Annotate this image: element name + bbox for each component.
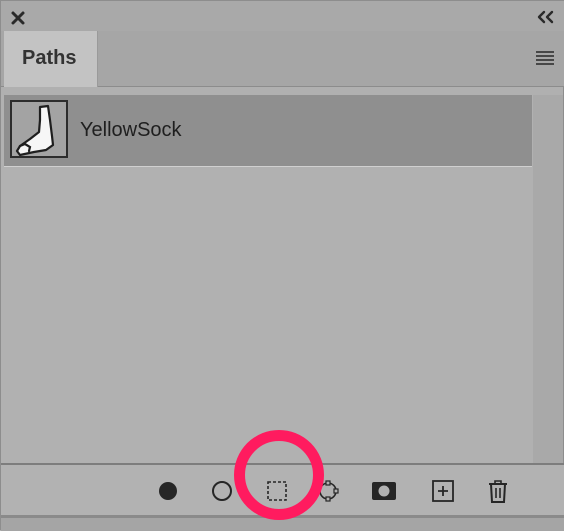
- trash-icon: [486, 478, 510, 504]
- path-anchor-icon: [316, 477, 344, 505]
- double-chevron-left-icon[interactable]: [535, 9, 557, 25]
- close-icon[interactable]: [7, 7, 29, 29]
- panel-footer: [1, 463, 564, 515]
- new-path-button[interactable]: [429, 477, 457, 505]
- tab-paths-label: Paths: [22, 47, 77, 69]
- add-mask-button[interactable]: [370, 477, 398, 505]
- hollow-circle-icon: [211, 480, 233, 502]
- fill-path-button[interactable]: [154, 477, 182, 505]
- path-list[interactable]: YellowSock: [1, 95, 535, 463]
- plus-square-icon: [431, 479, 455, 503]
- paths-panel: Paths YellowSock: [0, 0, 564, 531]
- panel-tab-row: Paths: [1, 31, 564, 87]
- panel-bottom-edge: [1, 515, 564, 531]
- panel-title-bar: [1, 1, 564, 31]
- load-selection-button[interactable]: [263, 477, 291, 505]
- list-item[interactable]: YellowSock: [4, 95, 532, 167]
- path-name-label: YellowSock: [80, 119, 182, 141]
- hamburger-menu-icon[interactable]: [535, 49, 555, 67]
- stroke-path-button[interactable]: [208, 477, 236, 505]
- make-work-path-button[interactable]: [316, 477, 344, 505]
- mask-icon: [371, 481, 397, 501]
- dashed-square-selection-icon: [266, 480, 288, 502]
- delete-path-button[interactable]: [484, 477, 512, 505]
- scrollbar[interactable]: [533, 95, 563, 463]
- filled-circle-icon: [157, 480, 179, 502]
- tab-paths[interactable]: Paths: [4, 31, 98, 87]
- path-thumbnail: [10, 100, 68, 158]
